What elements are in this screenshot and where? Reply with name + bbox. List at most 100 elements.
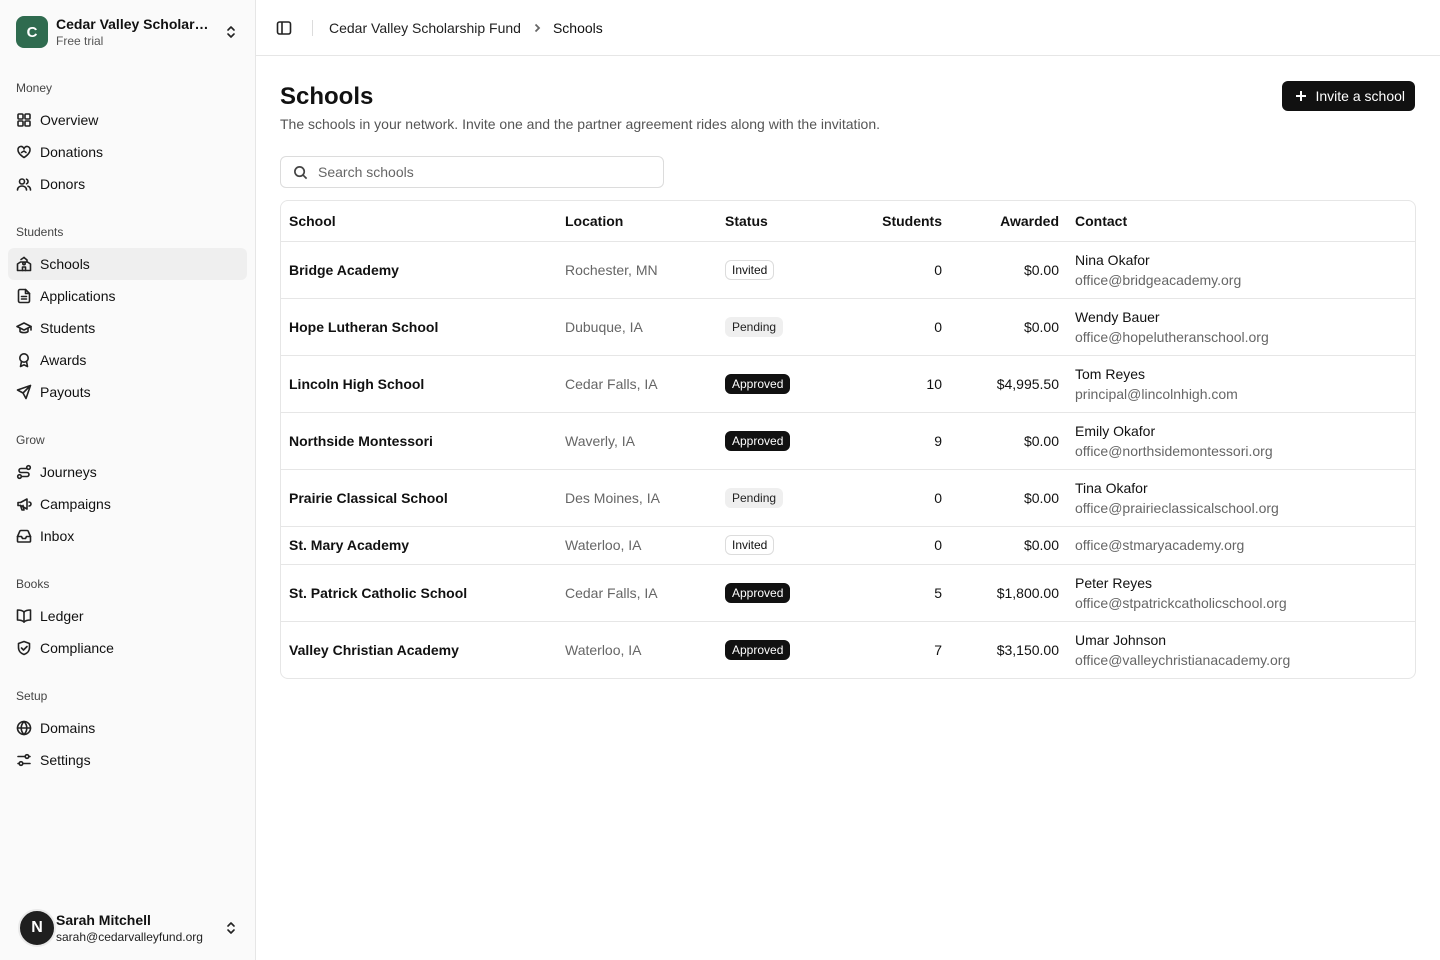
table-row[interactable]: St. Patrick Catholic School Cedar Falls, … <box>281 564 1415 622</box>
sidebar-item-awards[interactable]: Awards <box>8 344 247 376</box>
school-name[interactable]: Lincoln High School <box>289 376 424 392</box>
school-location: Des Moines, IA <box>565 489 660 506</box>
school-name[interactable]: Hope Lutheran School <box>289 319 438 335</box>
award-icon <box>16 352 32 368</box>
awarded-amount: $0.00 <box>1023 537 1059 553</box>
sidebar-item-compliance[interactable]: Compliance <box>8 632 247 664</box>
sidebar-item-settings[interactable]: Settings <box>8 744 247 776</box>
table-row[interactable]: Lincoln High School Cedar Falls, IA Approv… <box>281 355 1415 413</box>
user-menu[interactable]: N Sarah Mitchell sarah@cedarvalleyfund.o… <box>0 896 255 960</box>
student-count: 0 <box>934 318 942 335</box>
column-location[interactable]: Location <box>557 201 717 242</box>
school-name[interactable]: St. Patrick Catholic School <box>289 585 467 601</box>
page-title: Schools <box>280 83 374 110</box>
sidebar-toggle-icon[interactable] <box>274 18 294 38</box>
sidebar-item-overview[interactable]: Overview <box>8 104 247 136</box>
school-name[interactable]: St. Mary Academy <box>289 537 409 553</box>
school-icon <box>16 256 32 272</box>
megaphone-icon <box>16 496 32 512</box>
breadcrumb-parent[interactable]: Cedar Valley Scholarship Fund <box>329 20 521 36</box>
sidebar-item-inbox[interactable]: Inbox <box>8 520 247 552</box>
sidebar-item-label: Awards <box>40 352 87 368</box>
contact-email[interactable]: office@bridgeacademy.org <box>1075 272 1407 288</box>
sidebar-item-campaigns[interactable]: Campaigns <box>8 488 247 520</box>
status-badge: Approved <box>725 639 791 660</box>
contact-email[interactable]: office@northsidemontessori.org <box>1075 443 1407 459</box>
sidebar-item-label: Ledger <box>40 608 84 624</box>
route-icon <box>16 464 32 480</box>
user-name: Sarah Mitchell <box>56 912 151 928</box>
awarded-amount: $0.00 <box>1023 261 1059 278</box>
contact-email[interactable]: office@stmaryacademy.org <box>1075 537 1407 553</box>
sidebar-item-label: Settings <box>40 752 91 768</box>
column-awarded[interactable]: Awarded <box>950 201 1067 242</box>
sidebar-item-applications[interactable]: Applications <box>8 280 247 312</box>
sidebar-item-label: Compliance <box>40 640 114 656</box>
table-row[interactable]: Northside Montessori Waverly, IA Approved 9… <box>281 412 1415 470</box>
table-row[interactable]: Bridge Academy Rochester, MN Invited 0 $0.00… <box>281 241 1415 299</box>
chevrons-up-down-icon <box>223 920 239 936</box>
student-count: 5 <box>934 584 942 601</box>
sidebar: C Cedar Valley Scholarship Fund Free tri… <box>0 0 256 960</box>
column-students[interactable]: Students <box>833 201 950 242</box>
status-badge: Invited <box>725 259 775 280</box>
contact-name: Nina Okafor <box>1075 251 1150 268</box>
column-status[interactable]: Status <box>717 201 833 242</box>
chevron-right-icon <box>531 22 543 34</box>
school-name[interactable]: Valley Christian Academy <box>289 642 459 658</box>
column-contact[interactable]: Contact <box>1067 201 1415 242</box>
main-content: Cedar Valley Scholarship Fund Schools Sc… <box>256 0 1440 960</box>
globe-icon <box>16 720 32 736</box>
sidebar-item-schools[interactable]: Schools <box>8 248 247 280</box>
contact-email[interactable]: office@stpatrickcatholicschool.org <box>1075 595 1407 611</box>
table-row[interactable]: St. Mary Academy Waterloo, IA Invited 0 $0.0… <box>281 526 1415 565</box>
org-plan: Free trial <box>56 34 104 48</box>
divider <box>312 19 313 36</box>
school-name[interactable]: Prairie Classical School <box>289 490 448 506</box>
table-row[interactable]: Hope Lutheran School Dubuque, IA Pending 0 $… <box>281 298 1415 356</box>
awarded-amount: $4,995.50 <box>996 375 1059 392</box>
table-header-row: School Location Status Students Awarded … <box>281 201 1415 242</box>
contact-email[interactable]: office@hopelutheranschool.org <box>1075 329 1407 345</box>
sidebar-item-students[interactable]: Students <box>8 312 247 344</box>
awarded-amount: $1,800.00 <box>996 584 1059 601</box>
sidebar-item-donors[interactable]: Donors <box>8 168 247 200</box>
contact-email[interactable]: principal@lincolnhigh.com <box>1075 386 1407 402</box>
nav-group-label: Students <box>16 225 64 239</box>
student-count: 9 <box>934 432 942 449</box>
school-name[interactable]: Bridge Academy <box>289 262 399 278</box>
schools-table: School Location Status Students Awarded … <box>280 200 1416 679</box>
sidebar-item-donations[interactable]: Donations <box>8 136 247 168</box>
table-row[interactable]: Prairie Classical School Des Moines, IA Pe… <box>281 469 1415 527</box>
status-badge: Pending <box>725 316 784 337</box>
school-name[interactable]: Northside Montessori <box>289 433 433 449</box>
contact-email[interactable]: office@valleychristianacademy.org <box>1075 652 1407 668</box>
school-location: Dubuque, IA <box>565 318 643 335</box>
sidebar-item-domains[interactable]: Domains <box>8 712 247 744</box>
sidebar-item-label: Applications <box>40 288 116 304</box>
contact-name: Emily Okafor <box>1075 422 1156 439</box>
search-input[interactable] <box>318 164 638 180</box>
sidebar-item-payouts[interactable]: Payouts <box>8 376 247 408</box>
org-switcher[interactable]: C Cedar Valley Scholarship Fund Free tri… <box>0 0 255 64</box>
search-box <box>280 156 664 188</box>
nav-group-label: Books <box>16 577 50 591</box>
table-row[interactable]: Valley Christian Academy Waterloo, IA Appr… <box>281 621 1415 678</box>
sidebar-item-journeys[interactable]: Journeys <box>8 456 247 488</box>
contact-email[interactable]: office@prairieclassicalschool.org <box>1075 500 1407 516</box>
invite-school-button[interactable]: Invite a school <box>1281 81 1415 111</box>
contact-name: Umar Johnson <box>1075 631 1167 648</box>
sidebar-item-label: Students <box>40 320 96 336</box>
sidebar-item-label: Domains <box>40 720 96 736</box>
sidebar-item-label: Campaigns <box>40 496 111 512</box>
status-badge: Approved <box>725 582 791 603</box>
student-count: 7 <box>934 641 942 658</box>
invite-school-label: Invite a school <box>1315 88 1406 104</box>
sidebar-item-ledger[interactable]: Ledger <box>8 600 247 632</box>
status-badge: Pending <box>725 487 784 508</box>
shield-check-icon <box>16 640 32 656</box>
column-school[interactable]: School <box>281 201 557 242</box>
school-location: Waterloo, IA <box>565 537 642 553</box>
contact-name: Tom Reyes <box>1075 365 1146 382</box>
sidebar-item-label: Donations <box>40 144 104 160</box>
